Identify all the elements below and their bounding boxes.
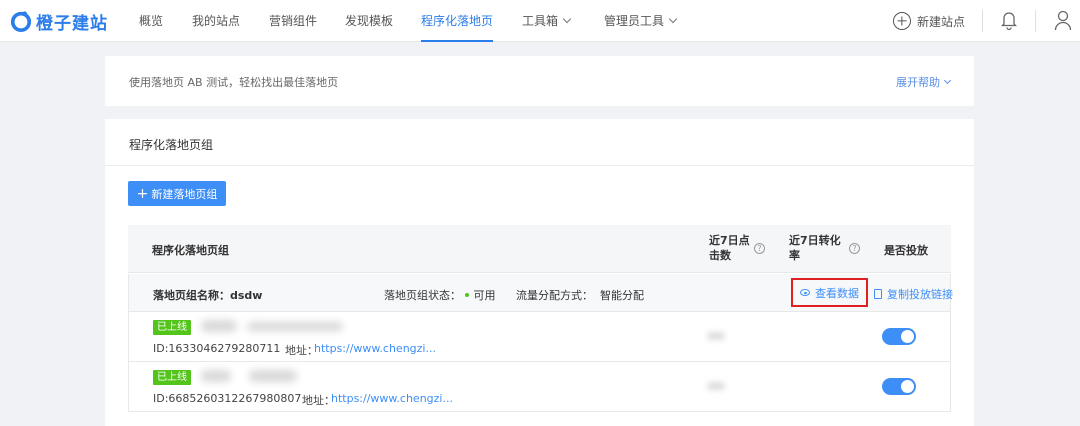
column-header-status: 是否投放 — [884, 244, 928, 257]
redacted-clicks — [707, 382, 725, 390]
panel-title: 程序化落地页组 — [129, 138, 214, 152]
group-row: 落地页组名称：dsdw 落地页组状态： 可用 流量分配方式： 智能分配 查看数据… — [128, 274, 953, 312]
table-row: 已上线 ID:6685260312267980807 地址： https://w… — [128, 362, 951, 412]
divider — [982, 10, 983, 32]
nav-item-my-sites[interactable]: 我的站点 — [192, 0, 240, 42]
table-row: 已上线 ID:1633046279280711 地址： https://www.… — [128, 312, 951, 362]
redacted-name — [201, 320, 237, 332]
landing-page-groups-panel: 程序化落地页组 + 新建落地页组 程序化落地页组 近7日点 击数 ? 近7日转化… — [105, 119, 974, 426]
group-status: 落地页组状态： 可用 — [384, 289, 496, 302]
redacted-clicks — [707, 332, 725, 340]
nav-item-programmatic-landing[interactable]: 程序化落地页 — [421, 0, 494, 42]
redacted-name — [249, 370, 297, 382]
traffic-allocation: 流量分配方式： 智能分配 — [516, 289, 644, 302]
column-header-clicks: 近7日点 击数 — [709, 234, 750, 262]
copy-delivery-link-button[interactable]: 复制投放链接 — [874, 286, 953, 302]
delivery-toggle[interactable] — [882, 328, 916, 345]
active-tab-indicator — [421, 40, 494, 42]
page-id: ID:6685260312267980807 — [153, 392, 302, 405]
column-header-conversion-rate: 近7日转化 率 — [789, 234, 841, 262]
new-site-button[interactable]: 新建站点 — [893, 10, 965, 32]
chevron-down-icon — [668, 14, 678, 24]
user-icon[interactable] — [1054, 9, 1072, 31]
divider — [1035, 10, 1036, 32]
nav-item-overview[interactable]: 概览 — [139, 0, 163, 42]
nav-item-toolbox[interactable]: 工具箱 — [522, 0, 572, 42]
help-banner: 使用落地页 AB 测试，轻松找出最佳落地页 展开帮助 — [105, 56, 974, 106]
eye-icon — [800, 289, 810, 296]
online-badge: 已上线 — [153, 320, 191, 335]
chevron-down-icon — [562, 14, 572, 24]
nav-item-templates[interactable]: 发现模板 — [345, 0, 393, 42]
new-landing-group-button[interactable]: + 新建落地页组 — [128, 181, 226, 206]
redacted-name — [247, 322, 343, 331]
bell-icon[interactable] — [1000, 10, 1018, 30]
page-url-link[interactable]: https://www.chengzi... — [331, 392, 453, 405]
table-header: 程序化落地页组 近7日点 击数 ? 近7日转化 率 ? 是否投放 — [128, 225, 951, 273]
expand-help-button[interactable]: 展开帮助 — [896, 74, 952, 90]
divider — [105, 165, 974, 166]
brand-name: 橙子建站 — [36, 13, 108, 34]
nav-item-admin-tools[interactable]: 管理员工具 — [604, 0, 678, 42]
status-dot — [464, 293, 469, 297]
nav-item-marketing-components[interactable]: 营销组件 — [269, 0, 317, 42]
help-text: 使用落地页 AB 测试，轻松找出最佳落地页 — [129, 76, 339, 89]
delivery-toggle[interactable] — [882, 378, 916, 395]
page-id: ID:1633046279280711 — [153, 342, 281, 355]
view-data-button[interactable]: 查看数据 — [791, 278, 868, 307]
top-nav-bar: 橙子建站 概览 我的站点 营销组件 发现模板 程序化落地页 工具箱 管理员工具 … — [0, 0, 1080, 42]
online-badge: 已上线 — [153, 370, 191, 385]
help-circle-icon[interactable]: ? — [754, 243, 765, 254]
chevron-down-icon — [943, 76, 952, 84]
plus-circle-icon — [893, 12, 911, 30]
column-header-name: 程序化落地页组 — [152, 244, 229, 257]
redacted-name — [201, 370, 231, 382]
document-icon — [874, 289, 882, 299]
brand-logo[interactable]: 橙子建站 — [10, 9, 108, 34]
plus-icon: + — [136, 185, 149, 202]
group-name: 落地页组名称：dsdw — [153, 289, 263, 302]
page-url-link[interactable]: https://www.chengzi... — [314, 342, 436, 355]
orange-logo-icon — [10, 11, 32, 32]
help-circle-icon[interactable]: ? — [849, 243, 860, 254]
